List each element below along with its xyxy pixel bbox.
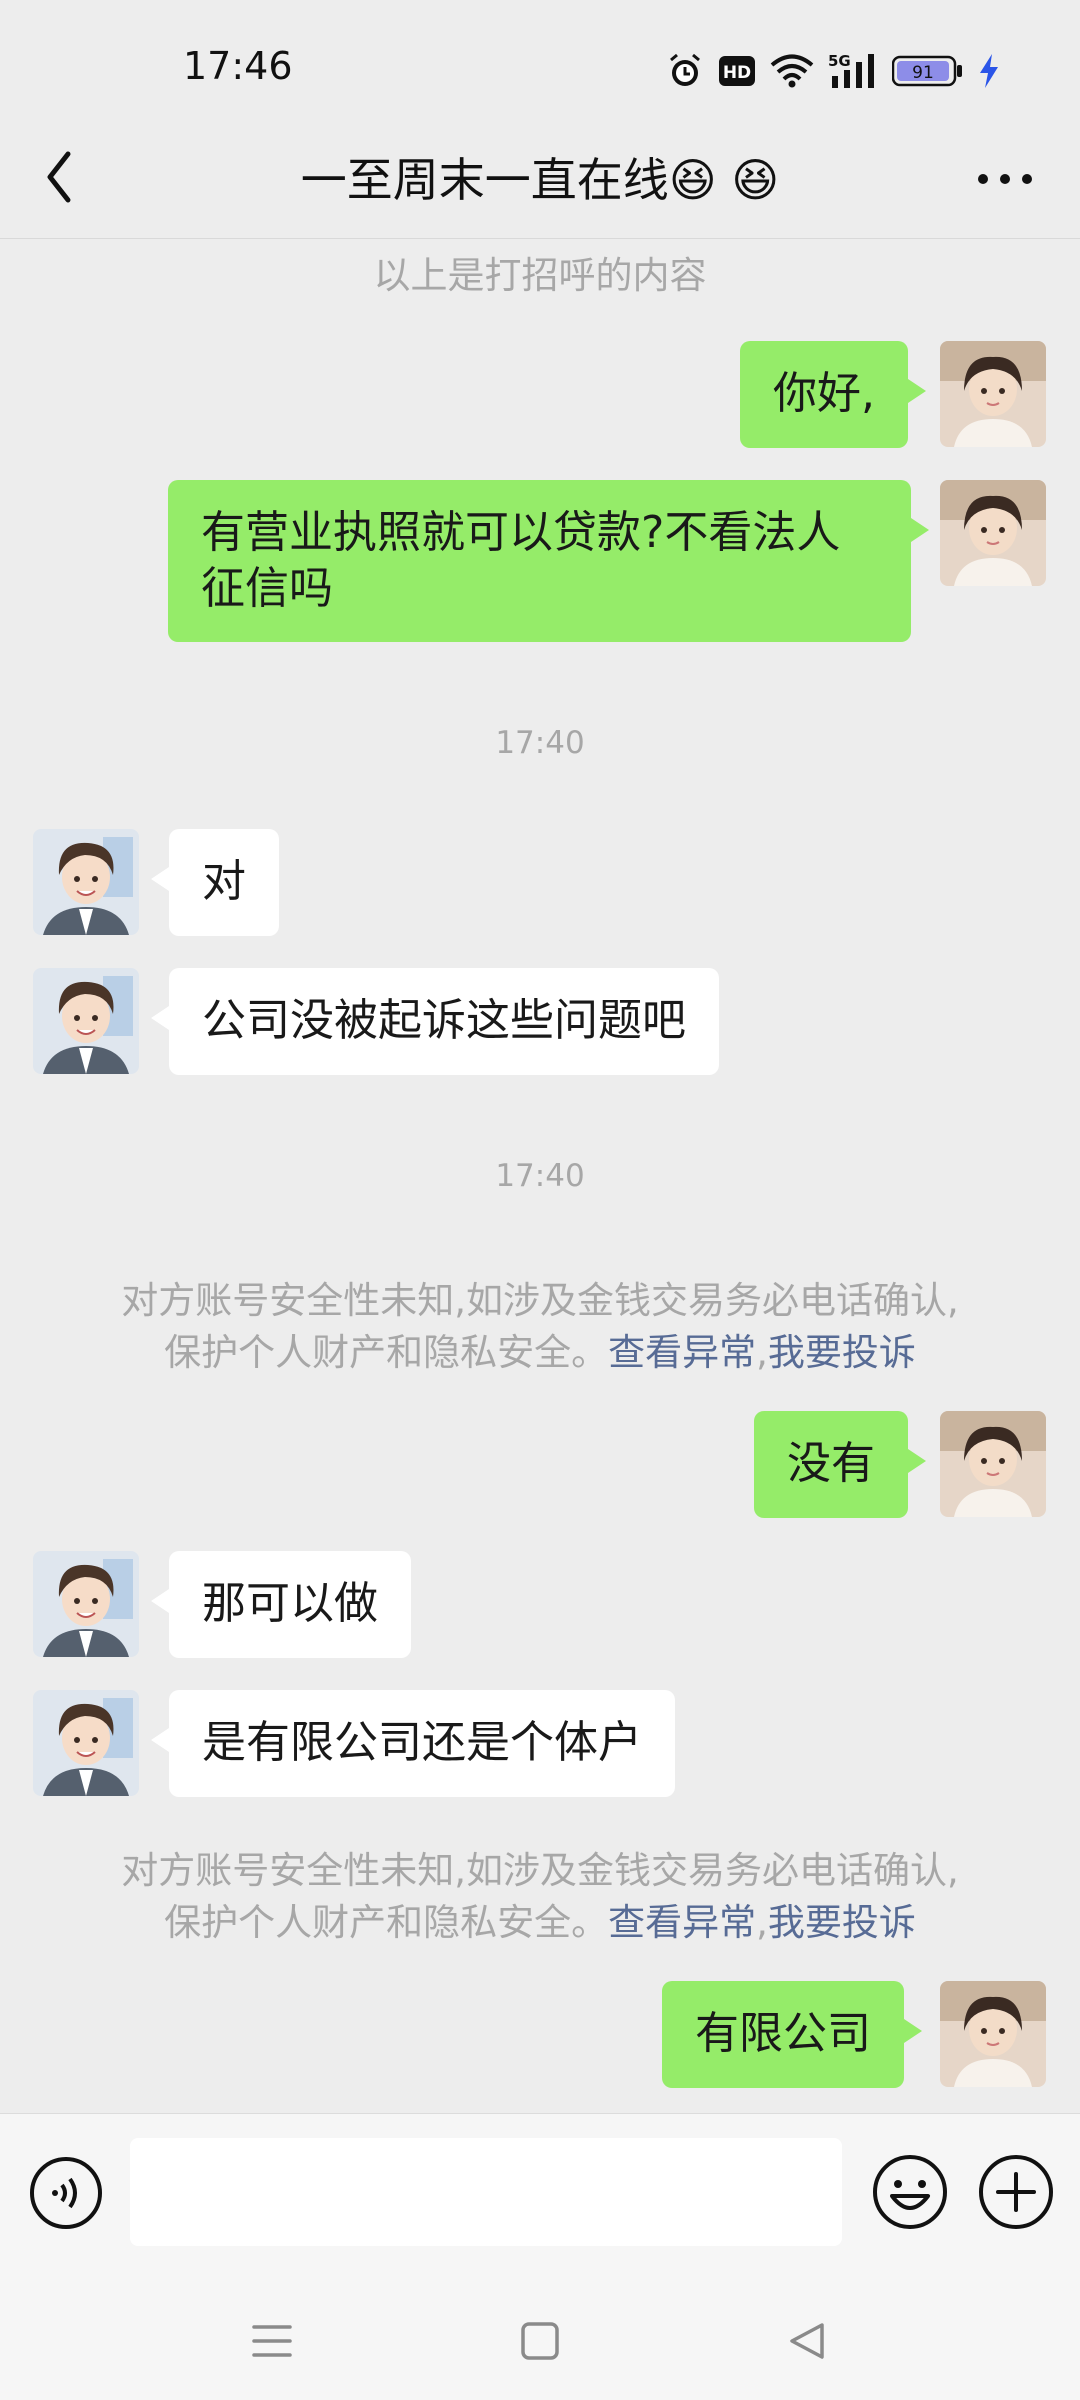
avatar-contact[interactable] [33, 968, 139, 1074]
chat-header: 一至周末一直在线😆 😆 [0, 120, 1080, 239]
voice-button[interactable] [28, 2155, 104, 2231]
avatar-self[interactable] [940, 341, 1046, 447]
emoji-icon [873, 2155, 947, 2229]
safety-notice: 对方账号安全性未知,如涉及金钱交易务必电话确认, 保护个人财产和隐私安全。查看异… [0, 1275, 1080, 1379]
signal-5g-icon: 5G [828, 52, 878, 90]
avatar-contact[interactable] [33, 1551, 139, 1657]
view-anomaly-link[interactable]: 查看异常 [608, 1331, 756, 1374]
input-bar [0, 2113, 1080, 2284]
message-bubble-outgoing[interactable]: 有营业执照就可以贷款?不看法人征信吗 [168, 480, 929, 642]
nav-home-button[interactable] [512, 2313, 568, 2369]
voice-icon [30, 2157, 102, 2229]
svg-text:5G: 5G [828, 52, 851, 70]
svg-text:91: 91 [912, 63, 934, 83]
message-bubble-incoming[interactable]: 是有限公司还是个体户 [151, 1690, 675, 1797]
wifi-icon [770, 54, 814, 88]
safety-notice-line2-row: 保护个人财产和隐私安全。查看异常,我要投诉 [0, 1327, 1080, 1379]
battery-icon: 91 [892, 54, 964, 88]
safety-notice-line2: 保护个人财产和隐私安全。 [164, 1331, 609, 1374]
system-navigation-bar [0, 2283, 1080, 2400]
more-button[interactable] [970, 144, 1040, 214]
avatar-self[interactable] [940, 1411, 1046, 1517]
nav-menu-button[interactable] [244, 2313, 300, 2369]
emoji-button[interactable] [870, 2152, 950, 2232]
message-bubble-outgoing[interactable]: 有限公司 [662, 1981, 922, 2088]
avatar-self[interactable] [940, 480, 1046, 586]
nav-back-button[interactable] [780, 2313, 836, 2369]
message-bubble-outgoing[interactable]: 没有 [754, 1411, 926, 1518]
safety-notice-line1: 对方账号安全性未知,如涉及金钱交易务必电话确认, [121, 1279, 959, 1322]
safety-notice-line2: 保护个人财产和隐私安全。 [164, 1901, 609, 1944]
safety-notice-line2-row: 保护个人财产和隐私安全。查看异常,我要投诉 [0, 1897, 1080, 1949]
report-link[interactable]: 我要投诉 [768, 1331, 916, 1374]
timestamp: 17:40 [495, 725, 585, 761]
chat-title: 一至周末一直在线😆 😆 [300, 153, 780, 207]
plus-icon [979, 2155, 1053, 2229]
back-triangle-icon [790, 2323, 824, 2359]
timestamp: 17:40 [495, 1158, 585, 1194]
separator: , [756, 1331, 768, 1374]
avatar-contact[interactable] [33, 1690, 139, 1796]
safety-notice: 对方账号安全性未知,如涉及金钱交易务必电话确认, 保护个人财产和隐私安全。查看异… [0, 1845, 1080, 1949]
status-time: 17:46 [183, 44, 293, 88]
report-link[interactable]: 我要投诉 [768, 1901, 916, 1944]
hd-icon: HD [718, 55, 756, 87]
message-bubble-incoming[interactable]: 公司没被起诉这些问题吧 [151, 968, 719, 1075]
safety-notice-line1: 对方账号安全性未知,如涉及金钱交易务必电话确认, [121, 1849, 959, 1892]
home-icon [521, 2322, 559, 2360]
separator: , [756, 1901, 768, 1944]
message-bubble-incoming[interactable]: 对 [151, 829, 279, 936]
view-anomaly-link[interactable]: 查看异常 [608, 1901, 756, 1944]
message-bubble-incoming[interactable]: 那可以做 [151, 1551, 411, 1658]
greeting-note: 以上是打招呼的内容 [373, 254, 707, 297]
avatar-self[interactable] [940, 1981, 1046, 2087]
message-input[interactable] [130, 2138, 842, 2246]
avatar-contact[interactable] [33, 829, 139, 935]
status-icons: HD 5G 91 [666, 50, 1000, 92]
plus-button[interactable] [976, 2152, 1056, 2232]
svg-text:HD: HD [723, 63, 751, 83]
alarm-icon [666, 52, 704, 90]
menu-icon [252, 2325, 292, 2357]
message-bubble-outgoing[interactable]: 你好, [740, 341, 926, 448]
charging-icon [978, 53, 1000, 89]
more-dots-icon [978, 174, 1032, 184]
status-bar: 17:46 HD 5G 91 [0, 0, 1080, 140]
